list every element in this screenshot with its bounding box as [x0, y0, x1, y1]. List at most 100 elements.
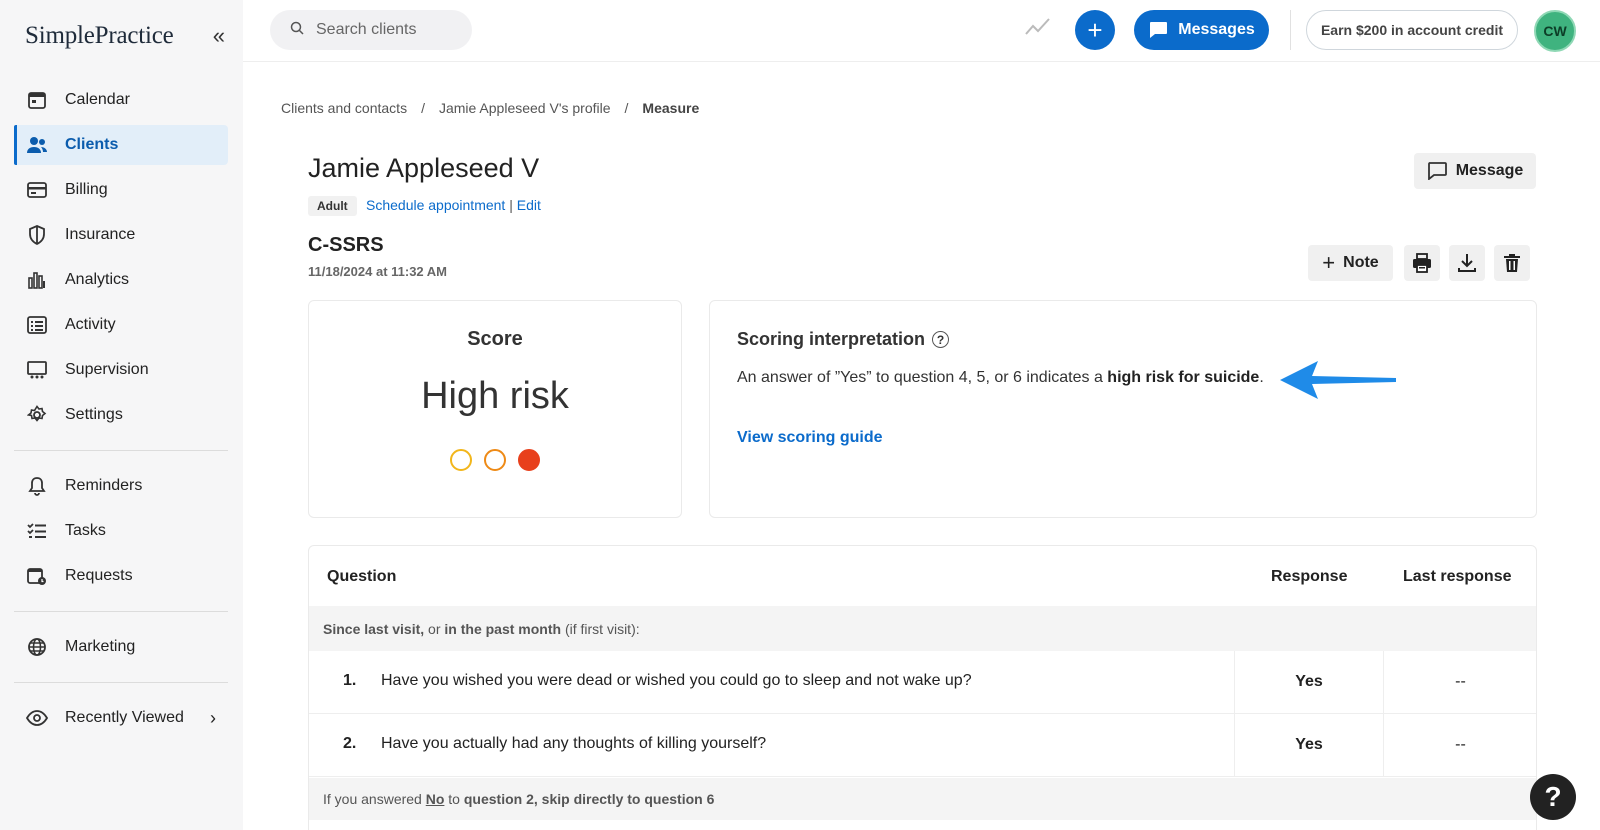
primary-nav: Calendar Clients Billing Insurance Analy…: [14, 80, 228, 743]
breadcrumb-current: Measure: [642, 100, 700, 116]
score-label: Score: [467, 328, 523, 350]
search-input[interactable]: [316, 21, 456, 39]
interpretation-title-text: Scoring interpretation: [737, 329, 926, 349]
list-icon: [26, 314, 48, 336]
eye-icon: [26, 707, 48, 729]
sidebar-item-label: Clients: [65, 136, 119, 153]
logo[interactable]: SimplePractice: [25, 22, 174, 50]
chevron-right-icon: ›: [210, 707, 216, 728]
section-text-underlined: No: [425, 791, 445, 807]
sidebar-item-settings[interactable]: Settings: [14, 395, 228, 435]
section-text-bold: question 2, skip directly to question 6: [463, 791, 715, 807]
sidebar-item-reminders[interactable]: Reminders: [14, 466, 228, 506]
sidebar-item-insurance[interactable]: Insurance: [14, 215, 228, 255]
section-text-bold: Since last visit,: [323, 620, 425, 637]
sidebar-item-tasks[interactable]: Tasks: [14, 511, 228, 551]
globe-icon: [26, 636, 48, 658]
divider: [14, 611, 228, 612]
sidebar-item-label: Recently Viewed: [65, 709, 184, 726]
questions-table: Question Response Last response Since la…: [308, 545, 1537, 830]
column-header-last-response: Last response: [1403, 568, 1512, 585]
interpretation-text-before: An answer of ”Yes” to question 4, 5, or …: [737, 369, 1108, 386]
sidebar-item-label: Tasks: [65, 522, 106, 539]
help-circle-icon[interactable]: ?: [932, 331, 950, 348]
download-button[interactable]: [1449, 245, 1485, 281]
section-text: If you answered: [323, 791, 426, 807]
delete-button[interactable]: [1494, 245, 1530, 281]
section-text: to: [444, 791, 464, 807]
sidebar-item-calendar[interactable]: Calendar: [14, 80, 228, 120]
sidebar-item-label: Supervision: [65, 361, 149, 378]
question-last-response: --: [1455, 736, 1466, 753]
help-button[interactable]: ?: [1530, 774, 1576, 820]
messages-button[interactable]: Messages: [1134, 10, 1269, 50]
print-button[interactable]: [1404, 245, 1440, 281]
question-number: 2.: [343, 735, 357, 752]
column-header-response: Response: [1271, 568, 1348, 585]
question-text: Have you wished you were dead or wished …: [381, 672, 972, 689]
risk-dot: [518, 449, 540, 471]
credit-card-icon: [26, 179, 48, 201]
client-links: Schedule appointment | Edit: [366, 197, 541, 213]
sidebar-item-recently-viewed[interactable]: Recently Viewed ›: [14, 698, 228, 738]
sidebar-item-label: Reminders: [65, 477, 143, 494]
question-last-response: --: [1455, 673, 1466, 690]
risk-dot: [484, 449, 506, 471]
measure-title: C-SSRS: [308, 234, 384, 256]
measure-date: 11/18/2024 at 11:32 AM: [308, 264, 448, 279]
sidebar-item-billing[interactable]: Billing: [14, 170, 228, 210]
score-value: High risk: [421, 375, 569, 417]
interpretation-text-bold: high risk for suicide: [1107, 369, 1260, 386]
checklist-icon: [26, 520, 48, 542]
question-number: 1.: [343, 672, 357, 689]
sidebar-item-label: Marketing: [65, 638, 136, 655]
search-icon: [290, 21, 304, 40]
sidebar-item-clients[interactable]: Clients: [14, 125, 228, 165]
link-separator: |: [509, 197, 517, 213]
question-response: Yes: [1234, 714, 1384, 776]
trash-icon: [1504, 254, 1520, 272]
breadcrumb-clients[interactable]: Clients and contacts: [281, 100, 407, 116]
supervision-icon: [26, 359, 48, 381]
download-icon: [1458, 254, 1476, 272]
gear-icon: [26, 404, 48, 426]
sidebar-item-supervision[interactable]: Supervision: [14, 350, 228, 390]
message-label: Message: [1455, 162, 1524, 179]
shield-icon: [26, 224, 48, 246]
sidebar-item-label: Requests: [65, 567, 133, 584]
interpretation-card: Scoring interpretation ? An answer of ”Y…: [709, 300, 1537, 518]
sidebar-item-analytics[interactable]: Analytics: [14, 260, 228, 300]
divider: [14, 450, 228, 451]
sidebar-item-label: Calendar: [65, 91, 130, 108]
sidebar-item-label: Analytics: [65, 271, 130, 288]
client-type-badge: Adult: [308, 196, 357, 216]
bar-chart-icon: [26, 269, 48, 291]
sidebar: SimplePractice « Calendar Clients Billin…: [0, 0, 243, 830]
interpretation-text: An answer of ”Yes” to question 4, 5, or …: [737, 369, 1264, 387]
section-text-bold: in the past month: [444, 620, 562, 637]
breadcrumb-profile[interactable]: Jamie Appleseed V's profile: [439, 100, 611, 116]
trend-icon[interactable]: [1025, 18, 1051, 41]
calendar-icon: [26, 89, 48, 111]
collapse-sidebar-icon[interactable]: «: [213, 23, 225, 49]
earn-credit-button[interactable]: Earn $200 in account credit: [1306, 10, 1518, 50]
schedule-appointment-link[interactable]: Schedule appointment: [366, 197, 505, 213]
message-button[interactable]: Message: [1414, 153, 1536, 189]
question-response: Yes: [1234, 651, 1384, 713]
avatar[interactable]: CW: [1534, 10, 1576, 52]
calendar-request-icon: [26, 565, 48, 587]
add-note-button[interactable]: + Note: [1308, 245, 1393, 281]
breadcrumb-separator: /: [624, 100, 629, 116]
users-icon: [26, 134, 48, 156]
add-button[interactable]: +: [1075, 10, 1115, 50]
sidebar-item-label: Billing: [65, 181, 108, 198]
client-name: Jamie Appleseed V: [308, 153, 540, 183]
breadcrumb-separator: /: [421, 100, 425, 116]
sidebar-item-activity[interactable]: Activity: [14, 305, 228, 345]
edit-client-link[interactable]: Edit: [517, 197, 541, 213]
sidebar-item-requests[interactable]: Requests: [14, 556, 228, 596]
chat-icon: [1150, 22, 1168, 38]
sidebar-item-marketing[interactable]: Marketing: [14, 627, 228, 667]
search-bar[interactable]: [270, 10, 472, 50]
view-scoring-guide-link[interactable]: View scoring guide: [737, 429, 883, 447]
